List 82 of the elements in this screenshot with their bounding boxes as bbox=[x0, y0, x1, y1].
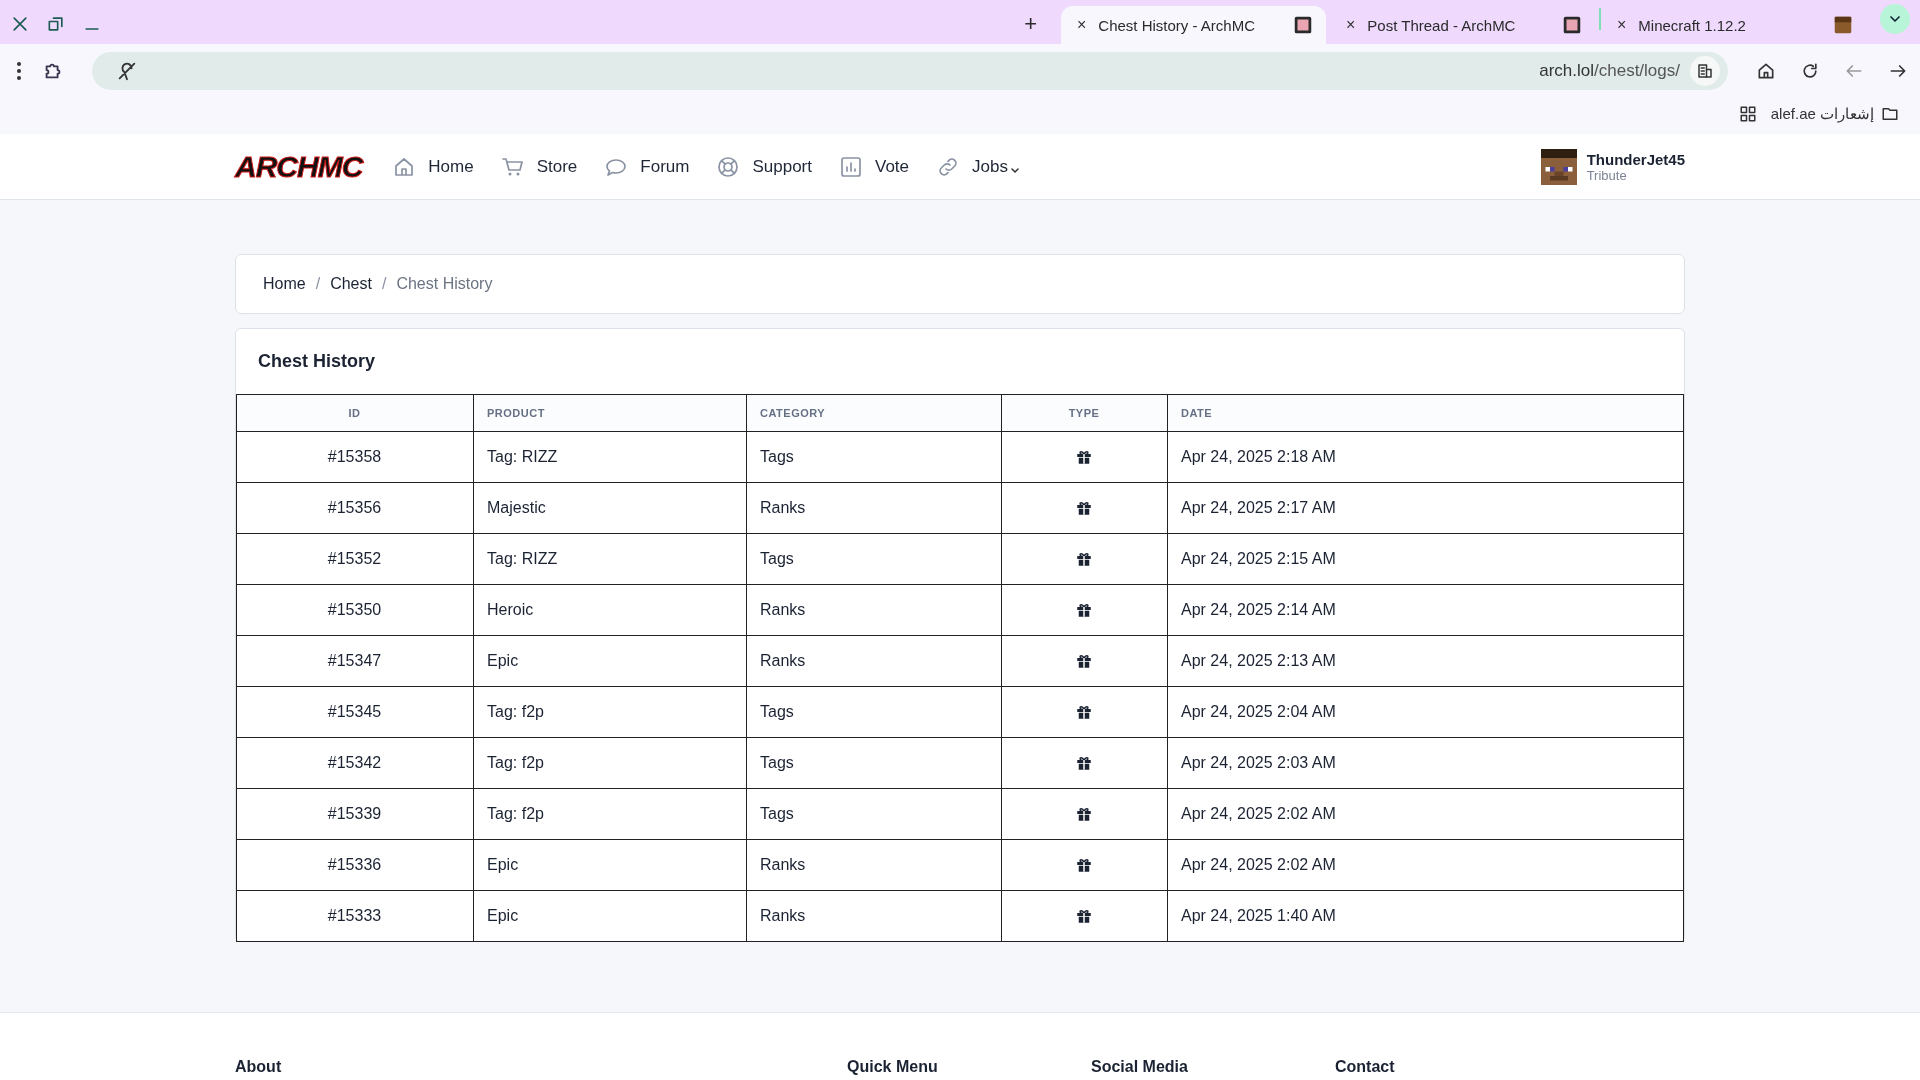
nav-link[interactable]: Support bbox=[716, 154, 812, 179]
table-cell: Epic bbox=[473, 839, 747, 891]
home-icon[interactable] bbox=[1756, 61, 1776, 81]
table-cell: #15350 bbox=[236, 584, 474, 636]
table-cell: Apr 24, 2025 2:04 AM bbox=[1167, 686, 1684, 738]
table-cell: #15356 bbox=[236, 482, 474, 534]
table-cell: Apr 24, 2025 2:14 AM bbox=[1167, 584, 1684, 636]
table-cell: Tags bbox=[746, 686, 1002, 738]
more-options-icon[interactable] bbox=[16, 61, 22, 81]
column-header: DATE bbox=[1167, 394, 1684, 432]
table-cell: Ranks bbox=[746, 839, 1002, 891]
bookmark-item[interactable]: إشعارات alef.ae bbox=[1770, 105, 1900, 123]
site-logo[interactable]: ARCHMC bbox=[235, 149, 363, 184]
column-header: PRODUCT bbox=[473, 394, 747, 432]
building-icon[interactable] bbox=[1696, 62, 1714, 80]
table-cell: Apr 24, 2025 2:02 AM bbox=[1167, 788, 1684, 840]
nav-link[interactable]: Forum bbox=[604, 154, 690, 179]
breadcrumb-link[interactable]: Home bbox=[263, 275, 306, 293]
table-cell: Tag: f2p bbox=[473, 737, 747, 789]
column-header: ID bbox=[236, 394, 474, 432]
table-cell: #15358 bbox=[236, 431, 474, 483]
table-cell: Apr 24, 2025 1:40 AM bbox=[1167, 890, 1684, 942]
address-bar[interactable]: arch.lol/chest/logs/ bbox=[92, 52, 1728, 90]
table-cell: Ranks bbox=[746, 890, 1002, 942]
table-cell: #15342 bbox=[236, 737, 474, 789]
tab-close-button[interactable]: × bbox=[1346, 16, 1356, 34]
table-cell: Tag: RIZZ bbox=[473, 533, 747, 585]
table-cell: Tags bbox=[746, 431, 1002, 483]
current-page-label: Chest History bbox=[396, 275, 493, 293]
table-cell: Heroic bbox=[473, 584, 747, 636]
table-cell: Ranks bbox=[746, 584, 1002, 636]
footer-heading: Social Media bbox=[1091, 1057, 1189, 1077]
table-cell: Tag: f2p bbox=[473, 686, 747, 738]
table-cell: #15339 bbox=[236, 788, 474, 840]
table-cell: Epic bbox=[473, 635, 747, 687]
table-cell: Epic bbox=[473, 890, 747, 942]
browser-tab[interactable]: × Minecraft 1.12.2 bbox=[1601, 6, 1866, 44]
table-cell: Apr 24, 2025 2:17 AM bbox=[1167, 482, 1684, 534]
table-cell: #15333 bbox=[236, 890, 474, 942]
breadcrumb-separator: / bbox=[381, 275, 387, 293]
footer-heading: Quick Menu bbox=[847, 1057, 939, 1077]
table-cell: Tags bbox=[746, 737, 1002, 789]
table-cell: Majestic bbox=[473, 482, 747, 534]
browser-tab[interactable]: × Post Thread - ArchMC bbox=[1330, 6, 1595, 44]
table-cell: #15345 bbox=[236, 686, 474, 738]
breadcrumb-separator: / bbox=[315, 275, 321, 293]
folder-icon bbox=[1880, 105, 1900, 123]
table-cell: Tag: f2p bbox=[473, 788, 747, 840]
browser-tab[interactable]: × Chest History - ArchMC bbox=[1061, 6, 1326, 44]
table-cell: Tag: RIZZ bbox=[473, 431, 747, 483]
column-header: CATEGORY bbox=[746, 394, 1002, 432]
apps-grid-icon[interactable] bbox=[1738, 105, 1757, 123]
footer-heading: Contact bbox=[1335, 1057, 1396, 1077]
tab-close-button[interactable]: × bbox=[1077, 16, 1087, 34]
table-cell: #15336 bbox=[236, 839, 474, 891]
reload-icon[interactable] bbox=[1800, 61, 1820, 81]
table-cell: Ranks bbox=[746, 482, 1002, 534]
table-cell: Tags bbox=[746, 533, 1002, 585]
table-cell: Ranks bbox=[746, 635, 1002, 687]
table-cell: Apr 24, 2025 2:15 AM bbox=[1167, 533, 1684, 585]
table-cell: #15347 bbox=[236, 635, 474, 687]
tab-close-button[interactable]: × bbox=[1617, 16, 1627, 34]
table-cell: #15352 bbox=[236, 533, 474, 585]
restore-window-icon[interactable] bbox=[46, 14, 66, 34]
close-icon[interactable] bbox=[10, 14, 30, 34]
table-cell: Apr 24, 2025 2:18 AM bbox=[1167, 431, 1684, 483]
nav-link[interactable]: Jobs bbox=[936, 154, 1020, 179]
breadcrumb-link[interactable]: Chest bbox=[330, 275, 372, 293]
table-cell: Tags bbox=[746, 788, 1002, 840]
footer-heading: About bbox=[235, 1057, 283, 1077]
nav-link[interactable]: Home bbox=[392, 154, 474, 179]
tab-list-button[interactable] bbox=[1880, 3, 1910, 34]
table-cell: Apr 24, 2025 2:03 AM bbox=[1167, 737, 1684, 789]
user-menu[interactable]: ThunderJet45 Tribute bbox=[1540, 148, 1685, 185]
nav-link[interactable]: Vote bbox=[839, 154, 910, 179]
table-cell: Apr 24, 2025 2:13 AM bbox=[1167, 635, 1684, 687]
nav-link[interactable]: Store bbox=[500, 154, 578, 179]
table-cell: Apr 24, 2025 2:02 AM bbox=[1167, 839, 1684, 891]
column-header: TYPE bbox=[1001, 394, 1168, 432]
avatar-icon bbox=[1540, 148, 1577, 185]
card-title: Chest History bbox=[257, 350, 377, 373]
new-tab-button[interactable]: + bbox=[1018, 4, 1043, 44]
